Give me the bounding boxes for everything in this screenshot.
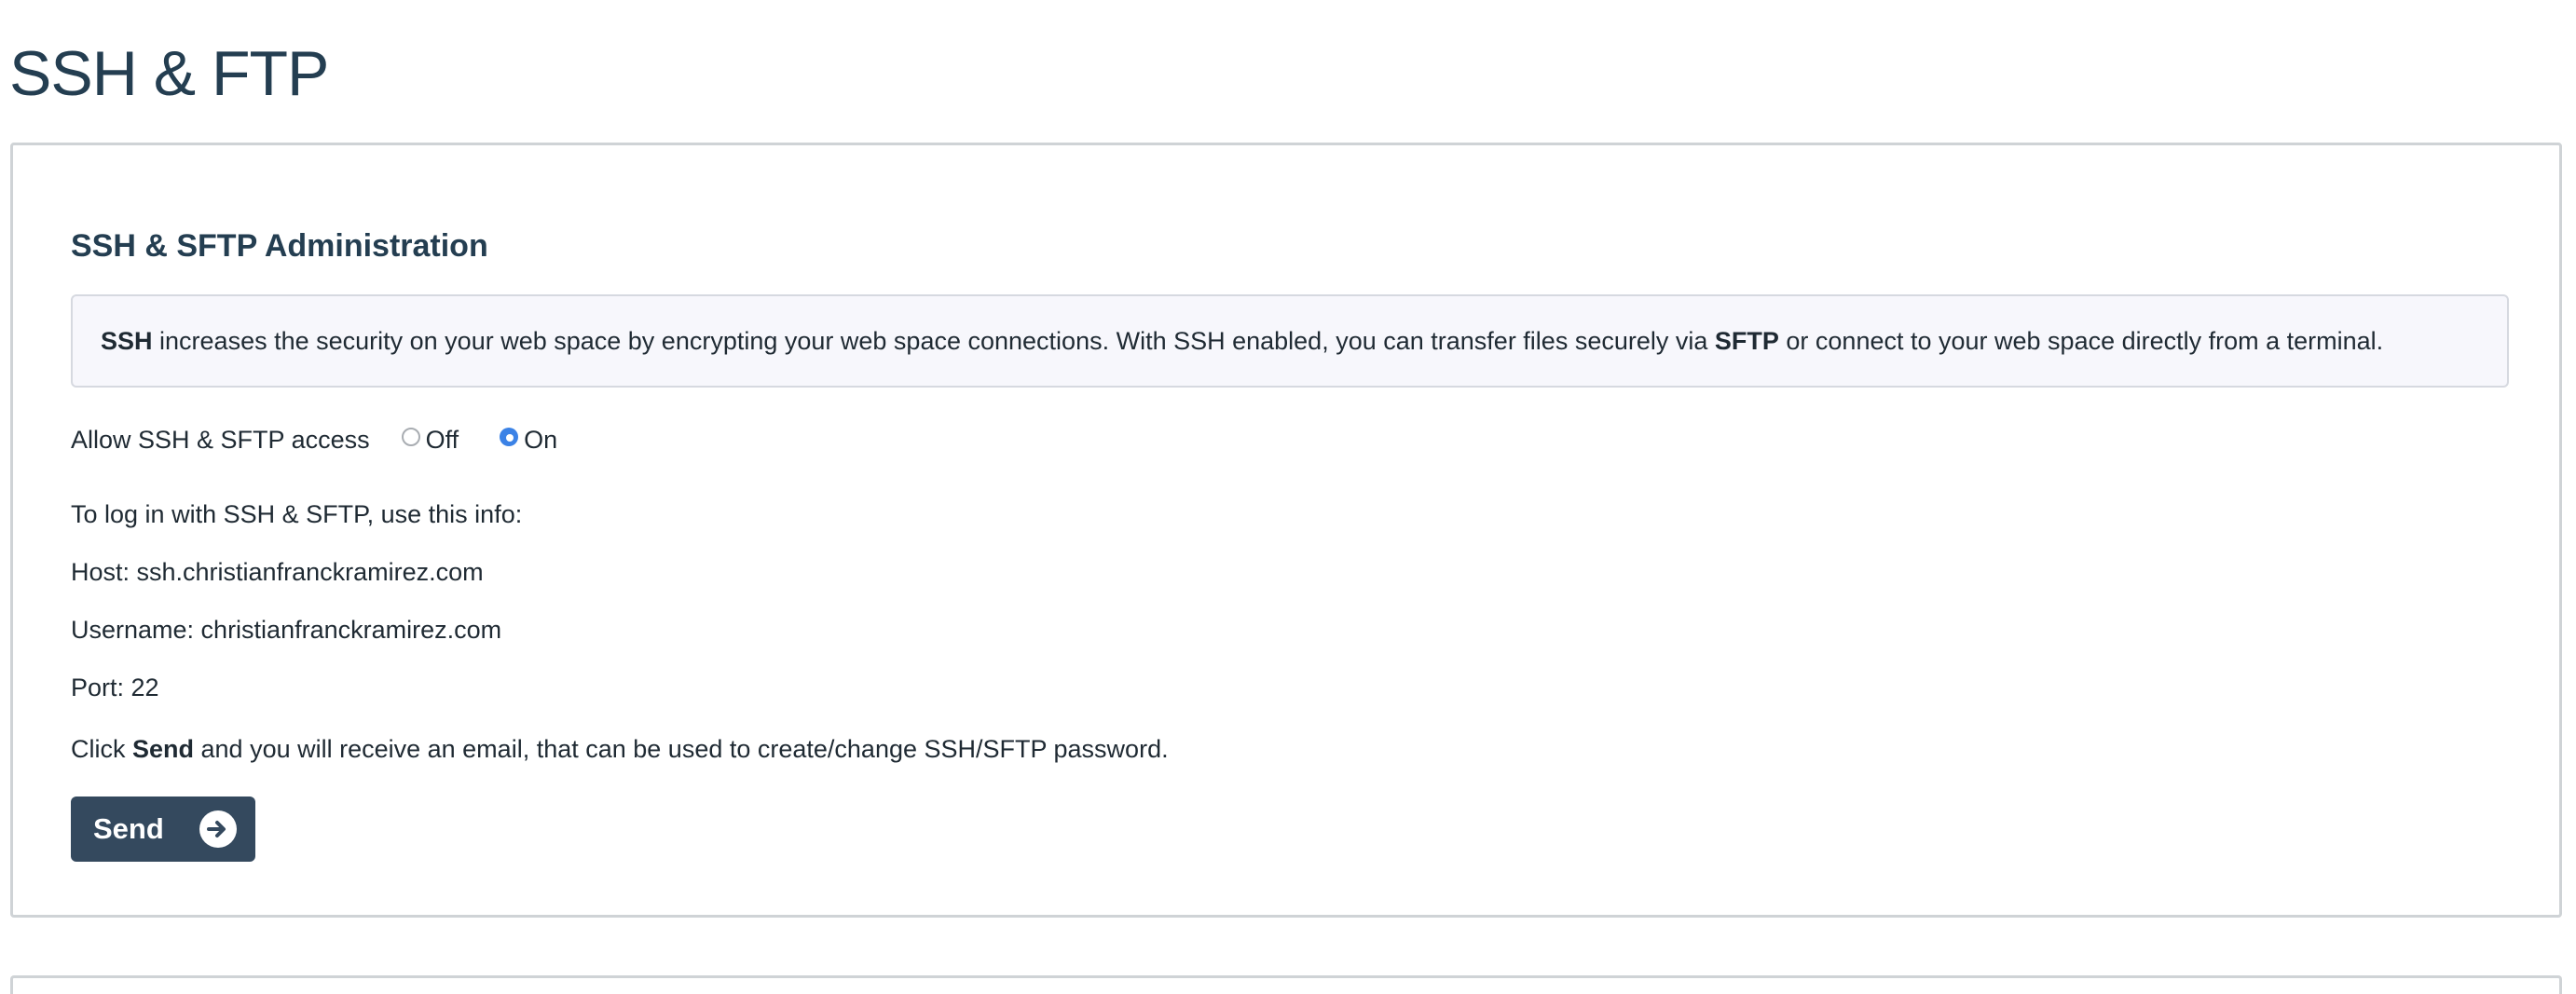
sftp-term: SFTP <box>1714 326 1779 355</box>
login-intro: To log in with SSH & SFTP, use this info… <box>71 500 523 528</box>
radio-off-label: Off <box>425 426 459 454</box>
port-info: Port: 22 <box>71 674 159 701</box>
ssh-term: SSH <box>101 326 153 355</box>
host-info: Host: ssh.christianfranckramirez.com <box>71 558 484 586</box>
section-title: SSH & SFTP Administration <box>71 228 488 264</box>
page-title: SSH & FTP <box>9 38 329 109</box>
arrow-right-circle-icon <box>199 810 237 848</box>
radio-option-on[interactable]: On <box>500 423 557 456</box>
radio-on[interactable] <box>500 428 519 446</box>
username-info: Username: christianfranckramirez.com <box>71 616 502 644</box>
send-hint-bold: Send <box>132 735 195 763</box>
info-text: SSH increases the security on your web s… <box>101 326 2384 355</box>
send-hint: Click Send and you will receive an email… <box>71 735 1169 763</box>
info-box: SSH increases the security on your web s… <box>71 294 2509 388</box>
send-button[interactable]: Send <box>71 797 255 862</box>
next-panel-edge <box>10 975 2562 994</box>
send-button-label: Send <box>93 812 164 845</box>
access-label: Allow SSH & SFTP access <box>71 426 370 454</box>
radio-off[interactable] <box>401 428 420 446</box>
ssh-sftp-panel: SSH & SFTP Administration SSH increases … <box>10 143 2562 918</box>
radio-option-off[interactable]: Off <box>401 423 459 456</box>
radio-on-label: On <box>524 426 558 454</box>
access-row: Allow SSH & SFTP access Off On <box>71 423 598 456</box>
